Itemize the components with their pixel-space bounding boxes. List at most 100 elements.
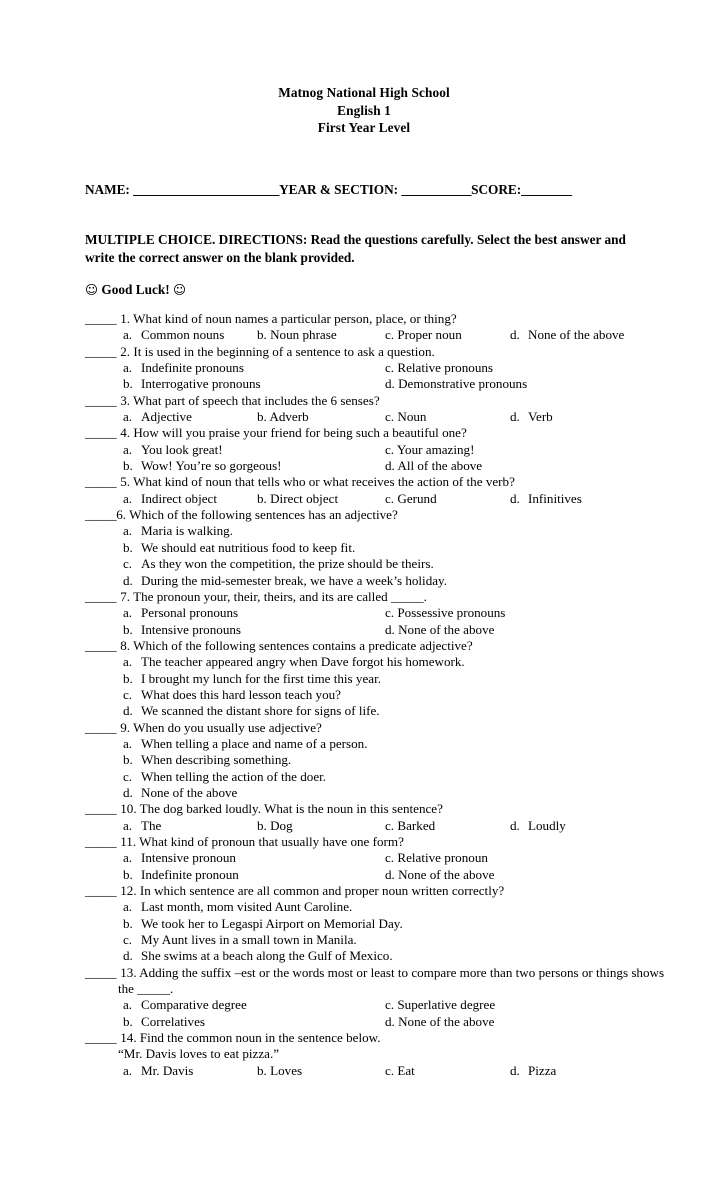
smiley-face-icon-left: ☺ — [85, 282, 99, 297]
answer-blank-field[interactable]: _____ — [85, 474, 117, 489]
option-row[interactable]: a. Maria is walking. — [85, 523, 660, 539]
answer-option[interactable]: d. Loudly — [510, 818, 566, 834]
answer-option[interactable]: b. Noun phrase — [257, 327, 337, 343]
option-letter: d. — [123, 572, 133, 588]
option-row[interactable]: a. Last month, mom visited Aunt Caroline. — [85, 899, 660, 915]
answer-option[interactable]: c. Noun — [385, 409, 426, 425]
option-letter: c. — [385, 327, 395, 343]
option-row[interactable]: a. When telling a place and name of a per… — [85, 736, 660, 752]
answer-option[interactable]: a. Common nouns — [123, 327, 224, 343]
option-letter: d. — [510, 1062, 520, 1078]
option-text: Dog — [266, 817, 293, 833]
answer-option[interactable]: b. Adverb — [257, 409, 309, 425]
answer-option[interactable]: d. Pizza — [510, 1063, 556, 1079]
answer-option[interactable]: a. Personal pronouns — [123, 605, 238, 621]
answer-blank-field[interactable]: _____ — [85, 507, 117, 522]
answer-option[interactable]: c. Your amazing! — [385, 442, 474, 458]
answer-option[interactable]: a. Intensive pronoun — [123, 850, 236, 866]
answer-option[interactable]: c. Eat — [385, 1063, 415, 1079]
option-letter: c. — [385, 997, 395, 1013]
question-number: 14. — [120, 1030, 137, 1046]
answer-option[interactable]: c. Superlative degree — [385, 997, 495, 1013]
option-row[interactable]: d. During the mid-semester break, we have… — [85, 573, 660, 589]
answer-option[interactable]: a. The — [123, 818, 161, 834]
answer-option[interactable]: d. Infinitives — [510, 491, 582, 507]
answer-blank-field[interactable]: _____ — [85, 965, 117, 980]
answer-blank-field[interactable]: _____ — [85, 393, 117, 408]
answer-option[interactable]: c. Relative pronouns — [385, 360, 493, 376]
answer-blank-field[interactable]: _____ — [85, 638, 117, 653]
answer-option[interactable]: b. Intensive pronouns — [123, 622, 241, 638]
answer-option[interactable]: b. Loves — [257, 1063, 302, 1079]
answer-option[interactable]: b. Dog — [257, 818, 293, 834]
option-text: None of the above — [394, 621, 495, 637]
answer-blank-field[interactable]: _____ — [85, 801, 117, 816]
answer-blank-field[interactable]: _____ — [85, 834, 117, 849]
option-letter: d. — [385, 458, 395, 474]
answer-option[interactable]: c. Proper noun — [385, 327, 462, 343]
answer-option[interactable]: d. Demonstrative pronouns — [385, 376, 527, 392]
answer-option[interactable]: d. None of the above — [385, 1014, 494, 1030]
question-number: 9. — [120, 719, 131, 735]
option-row[interactable]: c. My Aunt lives in a small town in Manil… — [85, 932, 660, 948]
option-letter: b. — [257, 490, 267, 506]
answer-option[interactable]: d. All of the above — [385, 458, 482, 474]
answer-option[interactable]: d. Verb — [510, 409, 553, 425]
year-section-blank-field[interactable]: ___________ — [401, 182, 471, 197]
question-item: _____ 2. It is used in the beginning of a… — [85, 344, 660, 360]
option-letter: a. — [123, 997, 133, 1013]
option-letter: d. — [385, 866, 395, 882]
answer-option[interactable]: a. Adjective — [123, 409, 192, 425]
option-row[interactable]: c. When telling the action of the doer. — [85, 769, 660, 785]
option-letter: a. — [123, 1062, 133, 1078]
answer-option[interactable]: b. Interrogative pronouns — [123, 376, 261, 392]
answer-option[interactable]: a. Comparative degree — [123, 997, 247, 1013]
option-row[interactable]: b. We should eat nutritious food to keep … — [85, 540, 660, 556]
answer-option[interactable]: b. Wow! You’re so gorgeous! — [123, 458, 282, 474]
answer-option[interactable]: d. None of the above — [385, 867, 494, 883]
option-row[interactable]: b. We took her to Legaspi Airport on Memo… — [85, 916, 660, 932]
option-row[interactable]: d. We scanned the distant shore for signs… — [85, 703, 660, 719]
option-letter: c. — [123, 768, 133, 784]
answer-option[interactable]: a. Mr. Davis — [123, 1063, 193, 1079]
answer-option[interactable]: c. Barked — [385, 818, 435, 834]
answer-blank-field[interactable]: _____ — [85, 344, 117, 359]
answer-option[interactable]: d. None of the above — [385, 622, 494, 638]
option-row[interactable]: a. The teacher appeared angry when Dave f… — [85, 654, 660, 670]
option-letter: c. — [385, 441, 395, 457]
answer-option[interactable]: c. Possessive pronouns — [385, 605, 505, 621]
option-row[interactable]: c. What does this hard lesson teach you? — [85, 687, 660, 703]
answer-option[interactable]: a. Indefinite pronouns — [123, 360, 244, 376]
answer-blank-field[interactable]: _____ — [85, 589, 117, 604]
option-text: Direct object — [266, 490, 339, 506]
question-item: _____ 4. How will you praise your friend … — [85, 425, 660, 441]
option-text: Indefinite pronoun — [141, 866, 239, 882]
answer-blank-field[interactable]: _____ — [85, 720, 117, 735]
answer-option[interactable]: b. Indefinite pronoun — [123, 867, 239, 883]
answer-blank-field[interactable]: _____ — [85, 425, 117, 440]
option-text: When telling the action of the doer. — [141, 768, 327, 784]
answer-option[interactable]: a. Indirect object — [123, 491, 217, 507]
question-number: 11. — [120, 834, 137, 849]
option-row[interactable]: c. As they won the competition, the prize… — [85, 556, 660, 572]
answer-option[interactable]: b. Correlatives — [123, 1014, 205, 1030]
answer-option[interactable]: d. None of the above — [510, 327, 624, 343]
answer-option[interactable]: b. Direct object — [257, 491, 338, 507]
answer-blank-field[interactable]: _____ — [85, 1030, 117, 1045]
question-number: 13. — [120, 964, 137, 980]
option-text: I brought my lunch for the first time th… — [141, 670, 382, 686]
answer-option[interactable]: a. You look great! — [123, 442, 223, 458]
option-row[interactable]: b. I brought my lunch for the first time … — [85, 671, 660, 687]
option-letter: c. — [123, 686, 133, 702]
answer-option[interactable]: c. Relative pronoun — [385, 850, 488, 866]
answer-option[interactable]: c. Gerund — [385, 491, 437, 507]
option-row[interactable]: b. When describing something. — [85, 752, 660, 768]
answer-blank-field[interactable]: _____ — [85, 311, 117, 326]
option-text: Wow! You’re so gorgeous! — [141, 458, 282, 474]
name-blank-field[interactable]: _______________________ — [133, 182, 279, 197]
option-row[interactable]: d. None of the above — [85, 785, 660, 801]
option-text: Intensive pronoun — [141, 850, 236, 866]
answer-blank-field[interactable]: _____ — [85, 883, 117, 898]
option-row[interactable]: d. She swims at a beach along the Gulf of… — [85, 948, 660, 964]
score-blank-field[interactable]: ________ — [521, 182, 572, 197]
